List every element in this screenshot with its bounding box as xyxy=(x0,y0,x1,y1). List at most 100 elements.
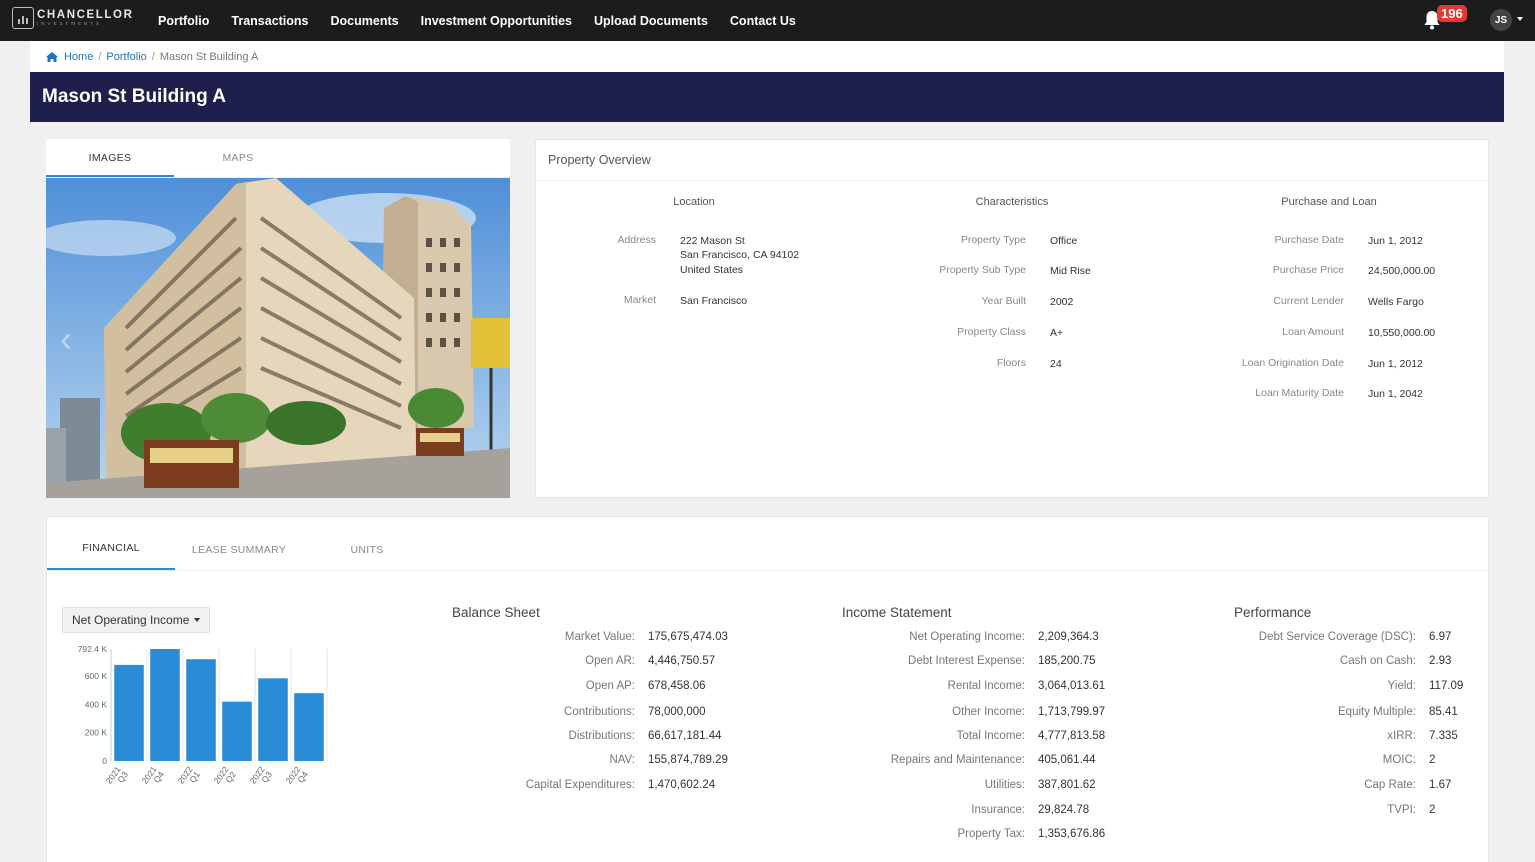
metric-select-value: Net Operating Income xyxy=(72,613,190,627)
purchase-value: 10,550,000.00 xyxy=(1368,327,1436,339)
balance-value: 678,458.06 xyxy=(648,680,706,692)
noi-bar-chart: 0 200 K 400 K 600 K 792.4 K 2021Q3 2021Q4 2022… xyxy=(78,644,328,791)
balance-value: 4,446,750.57 xyxy=(648,655,716,667)
characteristic-label: Floors xyxy=(996,357,1026,369)
chart-bar[interactable] xyxy=(294,693,324,761)
tab-financial[interactable]: FINANCIAL xyxy=(47,528,175,570)
breadcrumb-separator: / xyxy=(98,50,102,63)
balance-value: 66,617,181.44 xyxy=(648,730,722,742)
user-avatar[interactable]: JS xyxy=(1490,9,1512,31)
income-value: 4,777,813.58 xyxy=(1038,730,1106,742)
purchase-value: Jun 1, 2012 xyxy=(1368,235,1423,247)
metric-select[interactable]: Net Operating Income xyxy=(62,607,211,633)
nav-investment-opportunities[interactable]: Investment Opportunities xyxy=(410,14,583,28)
purchase-label: Loan Origination Date xyxy=(1241,357,1344,369)
chart-bar[interactable] xyxy=(222,701,252,761)
notification-badge[interactable]: 196 xyxy=(1437,5,1467,22)
chart-x-tick-label: 2022Q2 xyxy=(212,764,239,791)
nav-documents[interactable]: Documents xyxy=(320,14,410,28)
balance-value: 78,000,000 xyxy=(648,706,706,718)
chart-bar[interactable] xyxy=(150,649,180,761)
performance-value: 1.67 xyxy=(1429,779,1452,791)
address-line: San Francisco, CA 94102 xyxy=(680,249,800,261)
tab-maps[interactable]: MAPS xyxy=(174,139,302,177)
income-label: Total Income: xyxy=(956,730,1025,742)
performance-label: Equity Multiple: xyxy=(1338,706,1416,718)
purchase-value: 24,500,000.00 xyxy=(1368,265,1436,277)
property-photo: ‹ xyxy=(46,178,510,498)
chart-bar[interactable] xyxy=(186,659,216,761)
income-value: 405,061.44 xyxy=(1038,754,1096,766)
balance-label: Open AR: xyxy=(585,655,635,667)
balance-sheet-title: Balance Sheet xyxy=(452,605,540,620)
brand-name: CHANCELLOR xyxy=(37,8,134,21)
characteristic-value: 2002 xyxy=(1050,296,1074,308)
chart-bar[interactable] xyxy=(258,678,288,761)
performance-label: TVPI: xyxy=(1387,804,1416,816)
nav-portfolio[interactable]: Portfolio xyxy=(147,14,220,28)
nav-upload-documents[interactable]: Upload Documents xyxy=(583,14,719,28)
chart-y-tick-label: 792.4 K xyxy=(78,644,108,654)
purchase-value: Jun 1, 2012 xyxy=(1368,358,1423,370)
characteristic-value: Mid Rise xyxy=(1050,265,1091,277)
chart-x-tick-label: 2021Q3 xyxy=(104,764,131,791)
chart-y-tick-label: 600 K xyxy=(85,671,108,681)
characteristic-label: Property Class xyxy=(957,326,1026,338)
page-title: Mason St Building A xyxy=(42,86,227,107)
nav-transactions[interactable]: Transactions xyxy=(220,14,319,28)
chart-bar[interactable] xyxy=(114,664,144,761)
tab-lease-summary[interactable]: LEASE SUMMARY xyxy=(175,530,303,570)
balance-label: Open AP: xyxy=(585,680,635,692)
characteristic-label: Property Type xyxy=(960,234,1026,246)
nav-contact-us[interactable]: Contact Us xyxy=(719,14,807,28)
income-label: Repairs and Maintenance: xyxy=(890,754,1025,766)
income-label: Net Operating Income: xyxy=(909,631,1025,643)
tab-units[interactable]: UNITS xyxy=(303,530,431,570)
income-value: 3,064,013.61 xyxy=(1038,680,1106,692)
income-label: Utilities: xyxy=(984,779,1025,791)
property-overview-card: Property Overview Location Characteristi… xyxy=(535,139,1489,498)
purchase-value: Jun 1, 2042 xyxy=(1368,388,1423,400)
chevron-down-icon[interactable] xyxy=(1517,17,1523,21)
characteristic-value: A+ xyxy=(1050,327,1064,339)
income-value: 387,801.62 xyxy=(1038,779,1096,791)
breadcrumb-portfolio[interactable]: Portfolio xyxy=(106,51,146,63)
performance-value: 2 xyxy=(1429,754,1436,766)
purchase-value: Wells Fargo xyxy=(1368,296,1424,308)
income-label: Insurance: xyxy=(971,804,1025,816)
breadcrumb-separator: / xyxy=(151,50,155,63)
home-icon[interactable] xyxy=(46,51,58,62)
top-navbar: CHANCELLOR INVESTMENTS Portfolio Transac… xyxy=(0,0,1535,41)
characteristic-label: Property Sub Type xyxy=(939,264,1026,276)
characteristics-heading: Characteristics xyxy=(975,196,1049,208)
income-value: 1,353,676.86 xyxy=(1038,828,1106,840)
media-tabs: IMAGES MAPS xyxy=(46,139,510,178)
main-nav: Portfolio Transactions Documents Investm… xyxy=(147,0,807,41)
breadcrumb-home[interactable]: Home xyxy=(64,51,93,63)
address-line: United States xyxy=(680,264,744,276)
previous-image-arrow-icon[interactable]: ‹ xyxy=(60,318,72,360)
purchase-label: Purchase Date xyxy=(1274,234,1344,246)
chart-y-tick-label: 200 K xyxy=(85,728,108,738)
performance-label: Yield: xyxy=(1387,680,1416,692)
chart-y-tick-label: 0 xyxy=(102,756,107,766)
brand-logo[interactable]: CHANCELLOR INVESTMENTS xyxy=(12,7,134,29)
tab-images[interactable]: IMAGES xyxy=(46,139,174,177)
performance-label: MOIC: xyxy=(1382,754,1416,766)
performance-label: Cash on Cash: xyxy=(1339,655,1416,667)
purchase-label: Loan Maturity Date xyxy=(1255,387,1344,399)
chart-x-tick-label: 2022Q4 xyxy=(284,764,311,791)
income-label: Property Tax: xyxy=(957,828,1025,840)
balance-label: Market Value: xyxy=(564,631,635,643)
purchase-label: Loan Amount xyxy=(1282,326,1344,338)
performance-value: 117.09 xyxy=(1429,680,1464,692)
balance-value: 175,675,474.03 xyxy=(648,631,728,643)
location-heading: Location xyxy=(673,196,715,208)
purchase-loan-heading: Purchase and Loan xyxy=(1281,196,1377,208)
address-label: Address xyxy=(617,234,656,246)
address-line: 222 Mason St xyxy=(680,235,745,247)
income-value: 185,200.75 xyxy=(1038,655,1096,667)
characteristic-value: 24 xyxy=(1050,358,1062,370)
market-value: San Francisco xyxy=(680,295,748,307)
purchase-label: Purchase Price xyxy=(1272,264,1344,276)
